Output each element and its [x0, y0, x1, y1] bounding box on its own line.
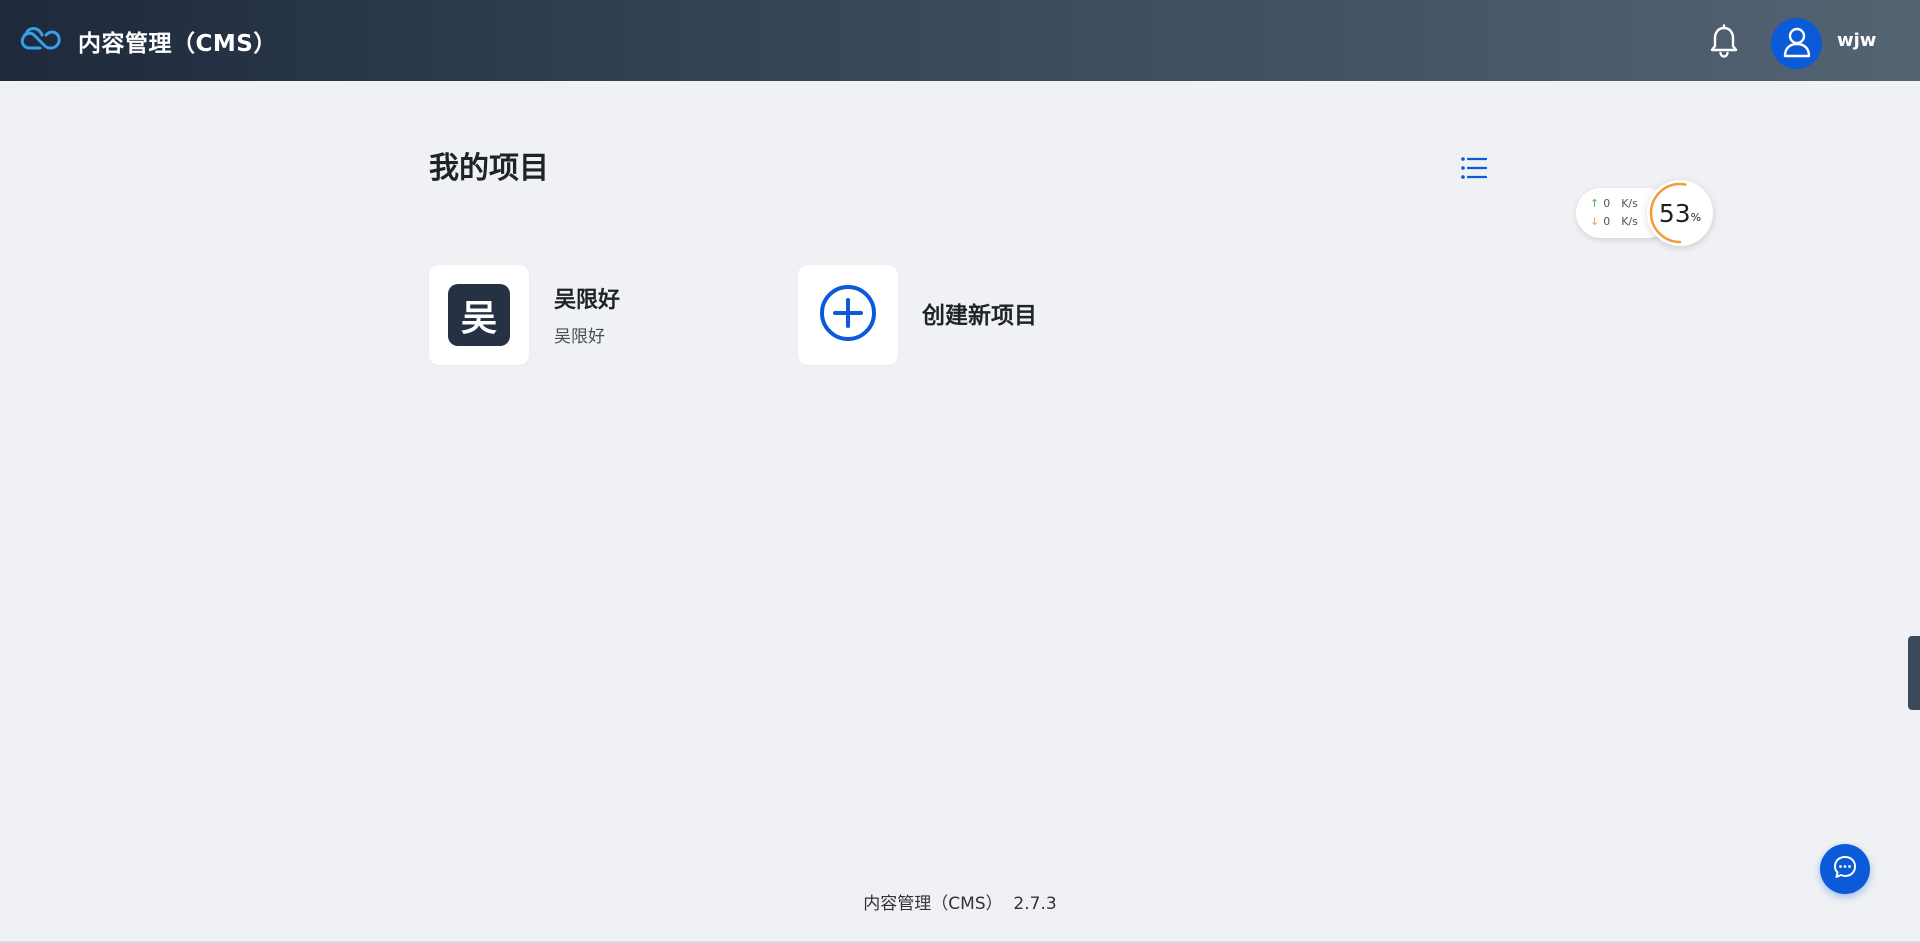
create-project-label: 创建新项目 [922, 303, 1037, 329]
page-title: 我的项目 [429, 151, 549, 186]
plus-circle-icon [819, 284, 877, 346]
cloud-logo-icon [20, 22, 62, 60]
usage-readout: 53% [1647, 180, 1713, 246]
list-view-icon[interactable] [1460, 154, 1488, 182]
project-name: 吴限好 [554, 288, 621, 313]
upload-value: 0 [1603, 197, 1611, 210]
user-icon [1782, 26, 1812, 62]
username[interactable]: wjw [1837, 30, 1876, 51]
project-badge: 吴 [448, 284, 510, 346]
side-panel-handle[interactable] [1908, 636, 1920, 710]
create-project-card[interactable]: 创建新项目 [798, 265, 1098, 365]
arrow-down-icon: ↓ [1590, 215, 1600, 228]
top-navigation-bar: 内容管理（CMS） wjw [0, 0, 1920, 81]
bell-icon[interactable] [1708, 24, 1740, 60]
app-title: 内容管理（CMS） [78, 31, 277, 57]
download-value: 0 [1603, 215, 1611, 228]
usage-gauge[interactable]: 53% [1647, 180, 1713, 246]
download-unit: K/s [1621, 215, 1638, 228]
usage-unit: % [1690, 210, 1702, 224]
usage-value: 53 [1658, 198, 1691, 228]
upload-speed: ↑ 0 K/s [1590, 197, 1638, 210]
chat-button[interactable] [1820, 844, 1870, 894]
project-icon-box: 吴 [429, 265, 529, 365]
upload-unit: K/s [1621, 197, 1638, 210]
create-icon-box [798, 265, 898, 365]
chat-bubble-icon [1832, 854, 1858, 884]
download-speed: ↓ 0 K/s [1590, 215, 1638, 228]
brand[interactable]: 内容管理（CMS） [20, 24, 277, 58]
project-card[interactable]: 吴 吴限好 吴限好 [429, 265, 729, 365]
user-avatar[interactable] [1771, 18, 1822, 69]
project-description: 吴限好 [554, 327, 605, 347]
footer-version: 内容管理（CMS） 2.7.3 [863, 894, 1057, 914]
arrow-up-icon: ↑ [1590, 197, 1600, 210]
